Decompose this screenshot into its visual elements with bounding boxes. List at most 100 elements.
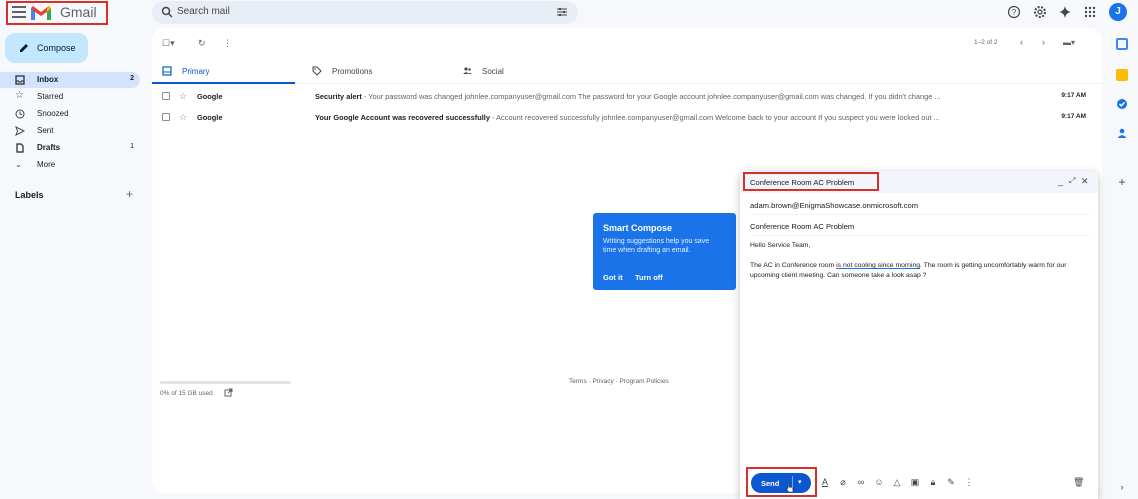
- sidebar-item-drafts[interactable]: Drafts 1: [0, 140, 140, 156]
- email-snippet: - Account recovered successfully johnlee…: [489, 113, 940, 122]
- apps-grid-icon[interactable]: [1083, 5, 1097, 19]
- discard-draft-icon[interactable]: 🗑︎: [1073, 477, 1084, 487]
- turn-off-button[interactable]: Turn off: [635, 273, 663, 282]
- select-all-checkbox[interactable]: ☐▾: [162, 38, 175, 49]
- pagination-label: 1–2 of 2: [974, 39, 998, 46]
- minimize-icon[interactable]: _: [1058, 176, 1063, 186]
- row-checkbox[interactable]: [162, 113, 170, 121]
- clock-icon: [15, 109, 25, 119]
- labels-heading: Labels: [15, 190, 44, 200]
- formatting-icon[interactable]: A: [820, 477, 830, 487]
- smart-compose-body: Writing suggestions help you save time w…: [603, 238, 710, 254]
- search-bar[interactable]: Search mail: [152, 1, 578, 24]
- more-options-icon[interactable]: ⋮: [223, 38, 232, 49]
- more-options-icon[interactable]: ⋮: [964, 477, 974, 487]
- svg-text:?: ?: [1012, 8, 1017, 17]
- signature-pen-icon[interactable]: ✎: [946, 477, 956, 487]
- to-recipient: adam.brown@EnigmaShowcase.onmicrosoft.co…: [750, 201, 919, 210]
- tasks-icon[interactable]: [1116, 98, 1128, 110]
- help-icon[interactable]: ?: [1007, 5, 1021, 19]
- compose-window: Conference Room AC Problem _ ⤢ ✕ adam.br…: [740, 171, 1098, 499]
- send-icon: [15, 126, 25, 136]
- emoji-icon[interactable]: ☺: [874, 477, 884, 487]
- email-subject: Security alert: [315, 92, 362, 101]
- email-subject-line: Your Google Account was recovered succes…: [315, 113, 1035, 122]
- pencil-icon: [20, 44, 28, 52]
- search-input[interactable]: Search mail: [177, 6, 230, 17]
- footer-links[interactable]: Terms · Privacy · Program Policies: [569, 378, 669, 385]
- body-text-underlined: is not cooling since morning: [836, 262, 921, 269]
- attach-icon[interactable]: ⌀: [838, 477, 848, 487]
- drive-icon[interactable]: △: [892, 477, 902, 487]
- row-checkbox[interactable]: [162, 92, 170, 100]
- send-divider: [792, 476, 793, 490]
- subject-field[interactable]: Conference Room AC Problem: [750, 214, 1090, 236]
- refresh-icon[interactable]: ↻: [198, 38, 206, 49]
- sidebar-item-label: More: [37, 160, 56, 169]
- smart-compose-tooltip: Smart Compose Writing suggestions help y…: [593, 213, 736, 290]
- contacts-icon[interactable]: [1116, 127, 1128, 139]
- gmail-logo-icon[interactable]: [30, 5, 52, 21]
- drafts-count: 1: [130, 143, 134, 150]
- fullscreen-icon[interactable]: ⤢: [1069, 176, 1075, 186]
- tab-primary[interactable]: Primary: [152, 58, 295, 84]
- compose-header[interactable]: Conference Room AC Problem _ ⤢ ✕: [740, 171, 1098, 193]
- compose-title: Conference Room AC Problem: [750, 178, 855, 187]
- sidebar-item-label: Sent: [37, 126, 54, 135]
- chevron-down-icon: ⌄: [15, 160, 22, 169]
- sidebar-item-sent[interactable]: Sent: [0, 123, 140, 139]
- sidebar-item-snoozed[interactable]: Snoozed: [0, 106, 140, 122]
- tag-icon: [312, 66, 322, 76]
- star-icon[interactable]: ☆: [179, 91, 187, 102]
- email-time: 9:17 AM: [1061, 113, 1086, 120]
- to-field[interactable]: adam.brown@EnigmaShowcase.onmicrosoft.co…: [750, 193, 1090, 215]
- account-avatar[interactable]: J: [1109, 3, 1127, 21]
- gemini-sparkle-icon[interactable]: [1058, 5, 1072, 19]
- draft-icon: [16, 143, 24, 153]
- email-time: 9:17 AM: [1061, 92, 1086, 99]
- schedule-send-icon[interactable]: ▾: [798, 478, 802, 486]
- email-subject: Your Google Account was recovered succes…: [315, 113, 490, 122]
- sidebar-item-more[interactable]: ⌄ More: [0, 157, 140, 173]
- tab-social[interactable]: Social: [452, 58, 602, 84]
- keep-icon[interactable]: [1116, 69, 1128, 81]
- send-label: Send: [761, 479, 780, 488]
- sidebar-item-label: Inbox: [37, 75, 59, 84]
- sidebar-item-starred[interactable]: ☆ Starred: [0, 89, 140, 105]
- newer-page-icon[interactable]: ‹: [1020, 37, 1023, 47]
- star-icon[interactable]: ☆: [179, 112, 187, 123]
- tab-promotions[interactable]: Promotions: [302, 58, 452, 84]
- close-icon[interactable]: ✕: [1081, 176, 1089, 187]
- settings-gear-icon[interactable]: [1033, 5, 1047, 19]
- open-external-icon[interactable]: [224, 388, 233, 397]
- older-page-icon[interactable]: ›: [1042, 37, 1045, 47]
- body-greeting: Hello Service Team,: [750, 242, 811, 249]
- storage-usage: 0% of 15 GB used: [160, 390, 213, 397]
- storage-meter: [160, 381, 291, 384]
- compose-button[interactable]: Compose: [5, 33, 88, 63]
- email-snippet: - Your password was changed johnlee.comp…: [361, 92, 941, 101]
- calendar-icon[interactable]: [1116, 38, 1128, 50]
- search-options-icon[interactable]: [556, 6, 568, 18]
- confidential-lock-icon[interactable]: 🔒︎: [928, 477, 938, 487]
- send-button[interactable]: Send ▾: [751, 473, 811, 493]
- app-name[interactable]: Gmail: [60, 4, 97, 20]
- email-sender: Google: [197, 113, 223, 122]
- category-tabs: Primary Promotions Social: [152, 58, 1102, 84]
- email-row[interactable]: ☆ Google Your Google Account was recover…: [152, 107, 1102, 128]
- compose-label: Compose: [37, 43, 76, 53]
- inbox-icon: [15, 75, 25, 85]
- sidebar-item-label: Snoozed: [37, 109, 69, 118]
- get-addons-icon[interactable]: +: [1116, 176, 1128, 188]
- input-tools-icon[interactable]: ▬▾: [1063, 38, 1075, 47]
- email-row[interactable]: ☆ Google Security alert - Your password …: [152, 86, 1102, 107]
- photo-icon[interactable]: ▣: [910, 477, 920, 487]
- show-side-panel-icon[interactable]: ›: [1116, 481, 1128, 493]
- link-icon[interactable]: ∞: [856, 477, 866, 487]
- search-icon[interactable]: [161, 6, 173, 18]
- inbox-icon: [162, 66, 172, 76]
- add-label-icon[interactable]: +: [126, 187, 133, 201]
- message-body[interactable]: Hello Service Team, The AC in Conference…: [750, 241, 1090, 281]
- sidebar-item-inbox[interactable]: Inbox 2: [0, 72, 140, 88]
- got-it-button[interactable]: Got it: [603, 273, 623, 282]
